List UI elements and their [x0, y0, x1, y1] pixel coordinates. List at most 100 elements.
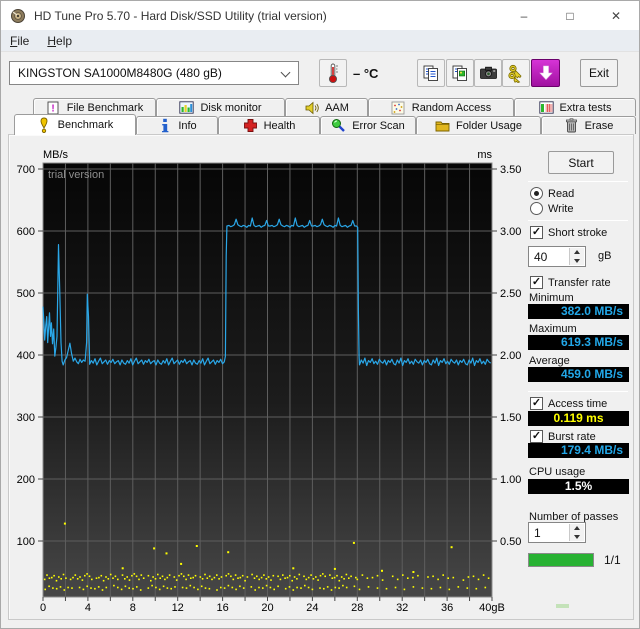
- tab-label: Info: [178, 119, 197, 132]
- transfer-rate-row[interactable]: ✓ Transfer rate: [530, 276, 611, 289]
- speaker-icon: [304, 100, 319, 115]
- chevron-down-icon: [280, 67, 291, 78]
- close-button[interactable]: ✕: [593, 1, 639, 30]
- temperature-value: – °C: [353, 66, 379, 81]
- tab-label: Folder Usage: [455, 119, 523, 132]
- progress-bar: [528, 553, 594, 567]
- tab-info[interactable]: Info: [136, 116, 218, 134]
- toolbar: KINGSTON SA1000M8480G (480 gB) – °C Exit: [1, 53, 639, 97]
- average-value: 459.0 MB/s: [528, 367, 629, 382]
- tab-health[interactable]: Health: [218, 116, 320, 134]
- copy-text-button[interactable]: [417, 59, 445, 87]
- update-button[interactable]: [531, 59, 560, 87]
- extra-tests-icon: [538, 100, 554, 115]
- maximize-button[interactable]: □: [547, 1, 593, 30]
- short-stroke-value: 40: [534, 249, 548, 264]
- svg-text:!: !: [52, 103, 55, 114]
- passes-stepper[interactable]: 1: [528, 522, 586, 543]
- folder-icon: [435, 118, 450, 133]
- access-time-row[interactable]: ✓ Access time: [530, 397, 607, 410]
- tab-folder-usage[interactable]: Folder Usage: [416, 116, 541, 134]
- screenshot-button[interactable]: [474, 59, 502, 87]
- benchmark-control-panel: Start Read Write ✓ Short stroke 40 gB ✓ …: [522, 134, 632, 620]
- progress-text: 1/1: [604, 553, 621, 567]
- burst-rate-checkbox[interactable]: ✓: [530, 430, 543, 443]
- transfer-rate-checkbox[interactable]: ✓: [530, 276, 543, 289]
- title-bar: HD Tune Pro 5.70 - Hard Disk/SSD Utility…: [1, 1, 639, 30]
- disk-monitor-icon: [179, 100, 195, 115]
- trash-icon: [564, 118, 579, 133]
- health-cross-icon: [243, 118, 258, 133]
- spin-up-icon[interactable]: [570, 524, 584, 533]
- thermometer-icon: [328, 63, 338, 84]
- camera-icon: [479, 66, 497, 79]
- average-label: Average: [529, 355, 570, 367]
- spin-buttons[interactable]: [569, 524, 584, 541]
- short-stroke-row[interactable]: ✓ Short stroke: [530, 226, 607, 239]
- tab-disk-monitor[interactable]: Disk monitor: [156, 98, 285, 116]
- burst-rate-row[interactable]: ✓ Burst rate: [530, 430, 596, 443]
- start-button[interactable]: Start: [548, 151, 614, 174]
- register-button[interactable]: [502, 59, 530, 87]
- minimum-value: 382.0 MB/s: [528, 304, 629, 319]
- file-benchmark-icon: !: [46, 100, 61, 115]
- hd-tune-window: HD Tune Pro 5.70 - Hard Disk/SSD Utility…: [0, 0, 640, 629]
- tab-aam[interactable]: AAM: [285, 98, 368, 116]
- spin-up-icon[interactable]: [570, 248, 584, 257]
- read-radio[interactable]: [530, 187, 543, 200]
- tab-label: Random Access: [411, 101, 492, 114]
- random-access-icon: [391, 100, 406, 115]
- burst-rate-value: 179.4 MB/s: [528, 443, 629, 458]
- exit-label: Exit: [588, 66, 609, 80]
- spin-down-icon[interactable]: [570, 532, 584, 541]
- temperature-button[interactable]: [319, 59, 347, 87]
- drive-select-value: KINGSTON SA1000M8480G (480 gB): [18, 66, 222, 80]
- tab-erase[interactable]: Erase: [541, 116, 636, 134]
- tab-label: Erase: [584, 119, 614, 132]
- exit-button[interactable]: Exit: [580, 59, 618, 87]
- spin-buttons[interactable]: [569, 248, 584, 265]
- short-stroke-checkbox[interactable]: ✓: [530, 226, 543, 239]
- drive-select-dropdown[interactable]: KINGSTON SA1000M8480G (480 gB): [9, 61, 299, 85]
- tab-extra-tests[interactable]: Extra tests: [514, 98, 636, 116]
- keys-icon: [508, 64, 522, 83]
- minimum-label: Minimum: [529, 292, 574, 304]
- tab-label: Error Scan: [352, 119, 405, 132]
- maximum-value: 619.3 MB/s: [528, 335, 629, 350]
- tab-label: Disk monitor: [200, 101, 262, 114]
- tab-label: Extra tests: [559, 101, 612, 114]
- passes-value: 1: [534, 525, 541, 540]
- access-time-value: 0.119 ms: [528, 411, 629, 426]
- copy-image-button[interactable]: [446, 59, 474, 87]
- short-stroke-label: Short stroke: [548, 226, 608, 239]
- write-label: Write: [548, 202, 574, 215]
- read-radio-row[interactable]: Read: [530, 187, 574, 200]
- tab-benchmark[interactable]: Benchmark: [14, 114, 136, 135]
- magnifier-icon: [331, 118, 346, 133]
- short-stroke-stepper[interactable]: 40: [528, 246, 586, 267]
- read-label: Read: [548, 187, 575, 200]
- tab-label: Health: [263, 119, 296, 132]
- menu-help[interactable]: Help: [38, 31, 81, 51]
- tab-random-access[interactable]: Random Access: [368, 98, 514, 116]
- menu-file[interactable]: File: [1, 31, 38, 51]
- short-stroke-unit: gB: [598, 250, 612, 262]
- tab-label: File Benchmark: [66, 101, 144, 114]
- tab-error-scan[interactable]: Error Scan: [320, 116, 416, 134]
- info-icon: [157, 118, 172, 133]
- tab-label: Benchmark: [57, 119, 114, 131]
- menu-bar: File Help: [1, 30, 639, 52]
- spin-down-icon[interactable]: [570, 256, 584, 265]
- copy-text-icon: [423, 65, 438, 81]
- write-radio[interactable]: [530, 202, 543, 215]
- access-time-checkbox[interactable]: ✓: [530, 397, 543, 410]
- burst-rate-label: Burst rate: [548, 430, 596, 443]
- cpu-usage-label: CPU usage: [529, 466, 586, 478]
- copy-image-icon: [452, 65, 467, 81]
- cpu-usage-value: 1.5%: [528, 479, 629, 494]
- start-label: Start: [568, 155, 594, 170]
- minimize-button[interactable]: –: [501, 1, 547, 30]
- write-radio-row[interactable]: Write: [530, 202, 573, 215]
- app-icon: [11, 8, 25, 23]
- render-artifact: [556, 604, 569, 608]
